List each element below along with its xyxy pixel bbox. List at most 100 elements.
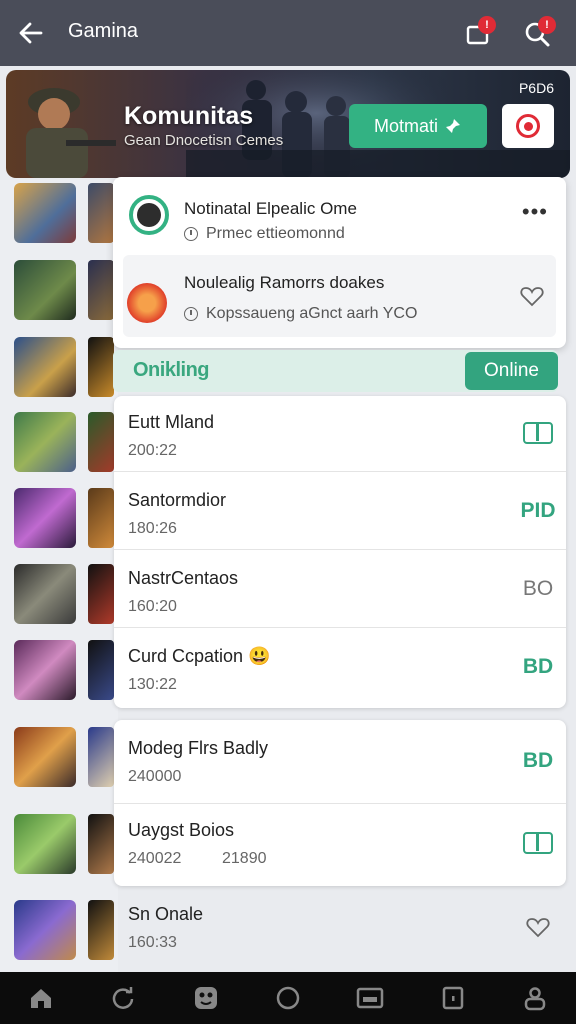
game-thumbnail-small[interactable] — [88, 337, 114, 397]
list-item[interactable]: Curd Ccpation 😃 130:22 BD — [114, 630, 566, 706]
list-item[interactable]: NastrCentaos 160:20 BO — [114, 552, 566, 628]
game-thumbnail-small[interactable] — [88, 412, 114, 472]
banner-title: Komunitas — [124, 102, 254, 130]
item-time: 130:22 — [128, 676, 177, 693]
back-button[interactable] — [14, 16, 48, 50]
item-name: NastrCentaos — [128, 568, 239, 588]
game-thumbnail-small[interactable] — [88, 183, 114, 243]
item-name: Santormdior — [128, 490, 227, 510]
circle-icon — [276, 986, 300, 1010]
refresh-icon — [113, 987, 134, 1009]
notification-meta: Prmec ettieomonnd — [184, 225, 345, 243]
nav-square[interactable] — [431, 976, 475, 1020]
item-action-button[interactable]: BD — [522, 654, 554, 680]
home-icon — [31, 989, 52, 1008]
item-name: Uaygst Boios — [128, 820, 235, 840]
item-time-secondary: 21890 — [222, 850, 267, 867]
like-button[interactable] — [520, 285, 544, 312]
record-icon — [516, 114, 540, 138]
item-time: 160:33 — [128, 934, 177, 951]
media-icon — [357, 987, 384, 1009]
app-title: Gamina — [68, 20, 139, 42]
list-item[interactable]: Modeg Flrs Badly 240000 BD — [114, 720, 566, 804]
clock-icon — [184, 307, 198, 321]
item-time: 240000 — [128, 768, 182, 785]
notification-title: Notinatal Elpealic Ome — [184, 199, 357, 218]
panel-icon — [523, 832, 553, 854]
game-thumbnail[interactable] — [14, 900, 76, 960]
nav-home[interactable] — [19, 976, 63, 1020]
notification-item[interactable]: Notinatal Elpealic Ome Prmec ettieomonnd… — [123, 183, 556, 255]
game-thumbnail-small[interactable] — [88, 564, 114, 624]
nav-circle[interactable] — [266, 976, 310, 1020]
item-action-button[interactable]: PID — [520, 498, 556, 524]
item-name-text: Curd Ccpation — [128, 646, 244, 666]
game-thumbnail-small[interactable] — [88, 488, 114, 548]
game-thumbnail[interactable] — [14, 337, 76, 397]
notification-meta: Kopssaueng aGnct aarh YCO — [184, 305, 417, 323]
clock-icon — [184, 227, 198, 241]
top-app-bar: Gamina ! ! — [0, 0, 576, 66]
nav-games[interactable] — [184, 976, 228, 1020]
notification-popup: Notinatal Elpealic Ome Prmec ettieomonnd… — [113, 177, 566, 348]
game-thumbnail-small[interactable] — [88, 900, 114, 960]
notification-meta-text: Kopssaueng aGnct aarh YCO — [206, 305, 418, 322]
monitor-button[interactable]: Motmati — [349, 104, 487, 148]
item-time: 160:20 — [128, 598, 177, 615]
online-button[interactable]: Online — [465, 352, 558, 390]
item-action-button[interactable] — [522, 830, 554, 856]
monitor-button-label: Motmati — [373, 115, 438, 136]
list-item[interactable]: Eutt Mland 200:22 — [114, 396, 566, 472]
game-thumbnail-small[interactable] — [88, 814, 114, 874]
nav-profile[interactable] — [513, 976, 557, 1020]
like-button[interactable] — [522, 914, 554, 940]
item-action-label: BO — [522, 577, 554, 600]
game-thumbnail-small[interactable] — [88, 640, 114, 700]
item-name: Modeg Flrs Badly — [128, 738, 269, 758]
item-name: Sn Onale — [128, 904, 204, 924]
item-name: Curd Ccpation 😃 — [128, 646, 271, 667]
game-thumbnail[interactable] — [14, 640, 76, 700]
notification-meta-text: Prmec ettieomonnd — [206, 225, 345, 242]
heart-icon — [526, 918, 550, 938]
game-thumbnail[interactable] — [14, 727, 76, 787]
more-options-button[interactable]: ••• — [522, 199, 548, 225]
item-time: 200:22 — [128, 442, 177, 459]
banner-code: P6D6 — [518, 80, 554, 96]
section-label: Onikling — [133, 359, 210, 381]
game-thumbnail[interactable] — [14, 183, 76, 243]
item-action-label: BD — [522, 655, 554, 678]
notification-badge: ! — [478, 16, 496, 34]
item-time: 240022 — [128, 850, 182, 867]
profile-icon — [524, 987, 546, 1011]
item-name: Eutt Mland — [128, 412, 215, 432]
notification-title: Noulealig Ramorrs doakes — [184, 273, 385, 292]
member-list: Modeg Flrs Badly 240000 BD Uaygst Boios … — [114, 720, 566, 886]
list-item[interactable]: Uaygst Boios 240022 21890 — [114, 804, 566, 886]
game-thumbnail[interactable] — [14, 488, 76, 548]
game-thumbnail[interactable] — [14, 814, 76, 874]
game-thumbnail-small[interactable] — [88, 727, 114, 787]
item-action-label: PID — [520, 499, 556, 522]
list-item[interactable]: Santormdior 180:26 PID — [114, 474, 566, 550]
game-thumbnail[interactable] — [14, 260, 76, 320]
avatar — [129, 195, 169, 235]
bottom-navigation — [0, 972, 576, 1024]
notifications-button[interactable]: ! — [458, 14, 498, 54]
search-badge: ! — [538, 16, 556, 34]
item-action-button[interactable] — [522, 420, 554, 446]
notification-item[interactable]: Noulealig Ramorrs doakes Kopssaueng aGnc… — [123, 255, 556, 337]
pin-icon — [446, 119, 460, 133]
square-icon — [442, 986, 463, 1010]
game-thumbnail-small[interactable] — [88, 260, 114, 320]
nav-refresh[interactable] — [101, 976, 145, 1020]
nav-media[interactable] — [348, 976, 392, 1020]
item-action-button[interactable]: BD — [522, 748, 554, 774]
item-action-button[interactable]: BO — [522, 576, 554, 602]
record-button[interactable] — [502, 104, 554, 148]
game-thumbnail[interactable] — [14, 412, 76, 472]
search-button[interactable]: ! — [518, 14, 558, 54]
list-item[interactable]: Sn Onale 160:33 — [114, 890, 566, 970]
game-thumbnail[interactable] — [14, 564, 76, 624]
emoji: 😃 — [248, 646, 271, 666]
